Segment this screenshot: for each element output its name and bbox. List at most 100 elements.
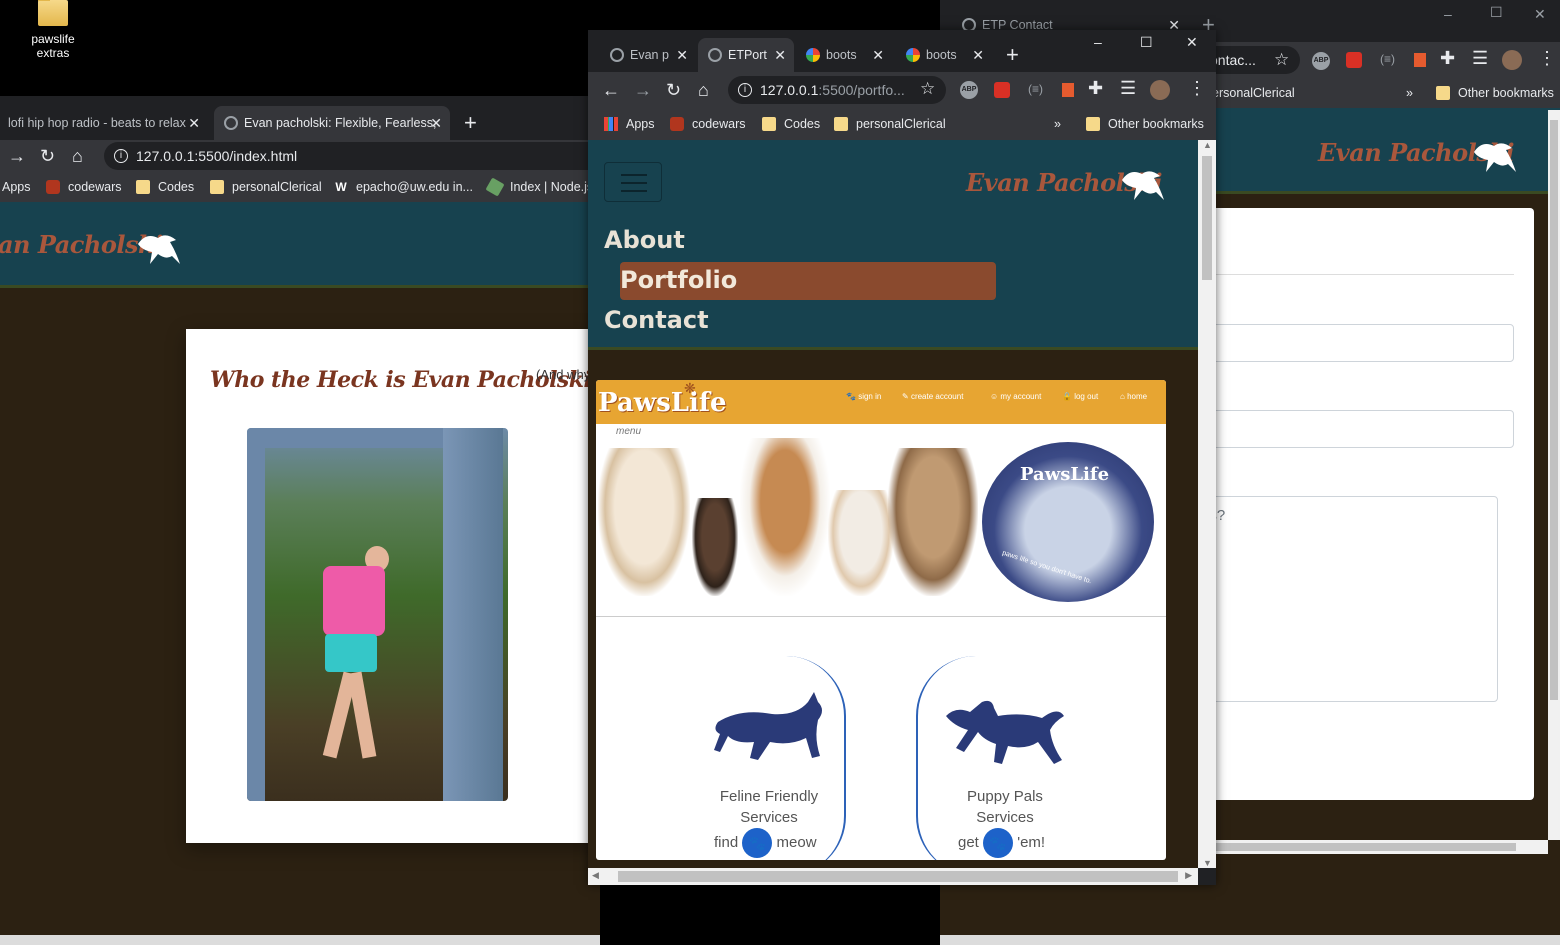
bookmark-codewars[interactable]: codewars <box>670 108 746 140</box>
basset-hound-image <box>740 438 830 596</box>
header-link-log-out[interactable]: 🔒 log out <box>1062 392 1098 401</box>
bookmark-codes[interactable]: Codes <box>762 108 820 140</box>
new-tab-button[interactable]: + <box>1006 38 1019 72</box>
bookmark-email[interactable]: Wepacho@uw.edu in... <box>334 172 473 202</box>
vertical-scrollbar[interactable]: ▲ ▼ <box>1198 140 1216 868</box>
close-window-button[interactable]: ✕ <box>1186 34 1198 51</box>
bookmarks-overflow-icon[interactable]: » <box>1054 108 1061 140</box>
desktop-icon-pawslife-extras[interactable]: pawslife extras <box>20 0 86 60</box>
bookmark-other[interactable]: Other bookmarks <box>1086 108 1204 140</box>
navbar-toggler-button[interactable] <box>604 162 662 202</box>
minimize-button[interactable]: – <box>1444 6 1452 22</box>
close-tab-icon[interactable]: ✕ <box>676 38 688 72</box>
maximize-button[interactable]: ☐ <box>1490 4 1503 21</box>
address-bar[interactable]: i 127.0.0.1:5500/portfo... <box>728 76 946 104</box>
tab-lofi[interactable]: lofi hip hop radio - beats to relax ✕ <box>0 106 208 140</box>
bookmark-star-icon[interactable]: ☆ <box>1274 50 1289 70</box>
pawslife-menu-label[interactable]: menu <box>616 426 641 437</box>
close-tab-icon[interactable]: ✕ <box>774 38 786 72</box>
bookmark-other[interactable]: Other bookmarks <box>1436 78 1554 108</box>
avatar[interactable] <box>1502 50 1522 70</box>
reload-icon[interactable]: ↻ <box>666 72 681 108</box>
bookmark-nodejs[interactable]: Index | Node.js <box>485 172 593 202</box>
email-field[interactable] <box>1200 410 1514 448</box>
bookmark-apps[interactable]: Apps <box>604 108 655 140</box>
home-icon[interactable]: ⌂ <box>698 72 709 108</box>
paw-icon: ❋ <box>684 380 696 396</box>
extension-badge-icon[interactable] <box>1346 52 1362 68</box>
menu-kebab-icon[interactable]: ⋮ <box>1188 78 1206 99</box>
media-control-icon[interactable]: ☰ <box>1120 78 1136 99</box>
avatar[interactable] <box>1150 80 1170 100</box>
message-textarea[interactable]: ns? <box>1200 496 1498 702</box>
close-tab-icon[interactable]: ✕ <box>972 38 984 72</box>
bottom-scrollbar[interactable] <box>940 935 1560 945</box>
extension-red-icon[interactable] <box>1062 83 1074 97</box>
header-link-create-account[interactable]: ✎ create account <box>902 392 963 401</box>
pawslife-preview[interactable]: PawsLife ❋ 🐾 sign in ✎ create account ☺ … <box>596 380 1166 860</box>
browser-window-center: Evan p ✕ ETPort ✕ boots ✕ boots ✕ + – ☐ ✕ ← … <box>588 30 1216 885</box>
tab-bootstrap-2[interactable]: boots ✕ <box>896 38 992 72</box>
media-control-icon[interactable]: ☰ <box>1472 48 1488 69</box>
header-link-home[interactable]: ⌂ home <box>1120 392 1147 401</box>
tab-evan-home[interactable]: Evan pacholski: Flexible, Fearless, ✕ <box>214 106 450 144</box>
header-link-sign-in[interactable]: 🐾 sign in <box>846 392 881 401</box>
paw-button-icon[interactable]: 🐾 <box>983 828 1014 858</box>
reload-icon[interactable]: ↻ <box>40 140 55 172</box>
nav-link-portfolio[interactable]: Portfolio <box>620 262 996 300</box>
paw-button-icon[interactable]: 🐾 <box>742 828 773 858</box>
header-link-my-account[interactable]: ☺ my account <box>990 392 1041 401</box>
abp-icon[interactable]: ABP <box>1312 52 1330 70</box>
close-tab-icon[interactable]: ✕ <box>188 106 200 140</box>
tab-bootstrap-1[interactable]: boots ✕ <box>796 38 892 72</box>
service-title: Feline Friendly Services <box>719 788 819 826</box>
nav-link-contact[interactable]: Contact <box>604 306 709 334</box>
forward-icon[interactable]: → <box>8 140 26 172</box>
close-tab-icon[interactable]: ✕ <box>430 106 442 140</box>
extensions-puzzle-icon[interactable]: ✚ <box>1440 48 1455 69</box>
scroll-right-arrow-icon[interactable]: ▶ <box>1185 870 1192 881</box>
maximize-button[interactable]: ☐ <box>1140 34 1153 51</box>
bookmark-personalclerical[interactable]: ersonalClerical <box>1212 78 1295 108</box>
bookmark-personalclerical[interactable]: personalClerical <box>210 172 322 202</box>
horizontal-scrollbar[interactable]: ◀ ▶ <box>588 868 1198 885</box>
nav-link-about[interactable]: About <box>604 226 685 254</box>
extension-icon[interactable]: (≡) <box>1028 82 1043 96</box>
extension-icon[interactable]: (≡) <box>1380 52 1395 66</box>
bookmarks-overflow-icon[interactable]: » <box>1406 78 1413 108</box>
scroll-down-arrow-icon[interactable]: ▼ <box>1203 858 1212 868</box>
tab-evan[interactable]: Evan p ✕ <box>600 38 696 72</box>
close-window-button[interactable]: ✕ <box>1534 6 1546 23</box>
home-icon[interactable]: ⌂ <box>72 140 83 172</box>
address-bar[interactable]: i 127.0.0.1:5500/index.html <box>104 142 600 170</box>
bookmark-codes[interactable]: Codes <box>136 172 194 202</box>
close-tab-icon[interactable]: ✕ <box>872 38 884 72</box>
extensions-puzzle-icon[interactable]: ✚ <box>1088 78 1103 99</box>
extension-red-icon[interactable] <box>1414 53 1426 67</box>
horizontal-scrollbar[interactable] <box>0 935 600 945</box>
vertical-scrollbar[interactable] <box>1548 110 1560 840</box>
scrollbar-thumb[interactable] <box>618 871 1178 882</box>
minimize-button[interactable]: – <box>1094 34 1102 50</box>
menu-kebab-icon[interactable]: ⋮ <box>1538 48 1556 69</box>
horizontal-scrollbar[interactable] <box>1216 840 1548 854</box>
name-field[interactable] <box>1200 324 1514 362</box>
service-puppy[interactable]: Puppy Pals Services get 🐾 'em! <box>902 656 1102 860</box>
abp-icon[interactable]: ABP <box>960 81 978 99</box>
new-tab-button[interactable]: + <box>464 106 477 140</box>
extension-badge-icon[interactable] <box>994 82 1010 98</box>
forward-icon[interactable]: → <box>634 72 652 108</box>
bookmark-apps[interactable]: Apps <box>2 172 31 202</box>
bookmark-star-icon[interactable]: ☆ <box>920 79 935 99</box>
scrollbar-thumb[interactable] <box>1202 156 1212 280</box>
bookmark-codewars[interactable]: codewars <box>46 172 122 202</box>
scroll-left-arrow-icon[interactable]: ◀ <box>592 870 599 881</box>
service-feline[interactable]: Feline Friendly Services find 🐾 meow <box>666 656 846 860</box>
back-icon[interactable]: ← <box>602 72 620 108</box>
bookmark-personalclerical[interactable]: personalClerical <box>834 108 946 140</box>
tab-etport[interactable]: ETPort ✕ <box>698 38 794 72</box>
scrollbar-thumb[interactable] <box>1550 120 1558 700</box>
contact-form-card: ns? <box>1200 208 1534 800</box>
scroll-up-arrow-icon[interactable]: ▲ <box>1203 140 1212 150</box>
folder-icon <box>210 180 224 194</box>
